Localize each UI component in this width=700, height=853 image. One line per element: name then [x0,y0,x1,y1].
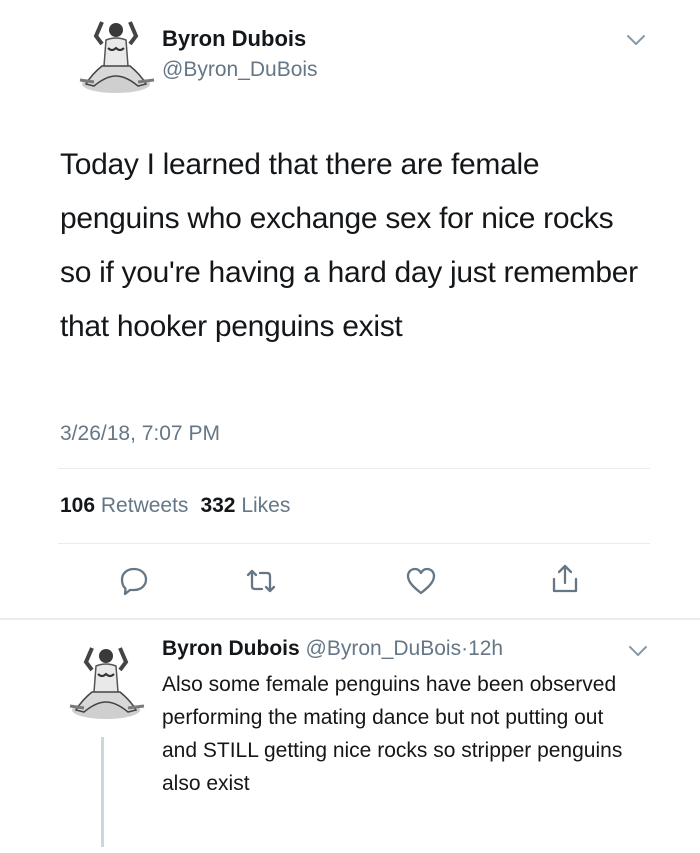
divider [58,543,650,544]
reply-time[interactable]: 12h [468,637,503,660]
like-button[interactable] [404,564,438,603]
tweet-timestamp[interactable]: 3/26/18, 7:07 PM [60,422,220,446]
reply-icon [120,567,148,596]
likes-count: 332 [200,494,236,517]
reply-author-avatar[interactable] [62,640,146,729]
retweets-stat[interactable]: 106 Retweets [60,494,188,517]
author-handle[interactable]: @Byron_DuBois [162,58,318,82]
avatar-image [69,647,145,719]
share-icon [552,564,578,593]
heart-icon [406,567,436,595]
retweet-button[interactable] [244,564,278,603]
share-button[interactable] [548,562,582,601]
reply-header: Byron Dubois @Byron_DuBois·12h [162,637,503,661]
reply-author-handle[interactable]: @Byron_DuBois [306,637,462,660]
reply-author-name[interactable]: Byron Dubois [162,637,300,660]
tweet-text: Today I learned that there are female pe… [60,148,638,343]
divider [58,468,650,469]
chevron-down-icon [627,35,645,45]
likes-stat[interactable]: 332 Likes [200,494,290,517]
engagement-stats: 106 Retweets 332 Likes [60,494,290,518]
author-name[interactable]: Byron Dubois [162,26,306,52]
retweet-icon [246,569,276,593]
tweet-menu-button[interactable] [624,32,648,53]
reply-text: Also some female penguins have been obse… [162,673,623,795]
author-avatar[interactable] [72,14,156,103]
reply-button[interactable] [117,564,151,603]
retweets-count: 106 [60,494,96,517]
chevron-down-icon [629,646,647,656]
retweets-label: Retweets [100,494,189,517]
reply-menu-button[interactable] [626,643,650,664]
thread-line [101,737,104,847]
section-divider [0,618,700,620]
likes-label: Likes [241,494,291,517]
avatar-image [79,21,155,93]
